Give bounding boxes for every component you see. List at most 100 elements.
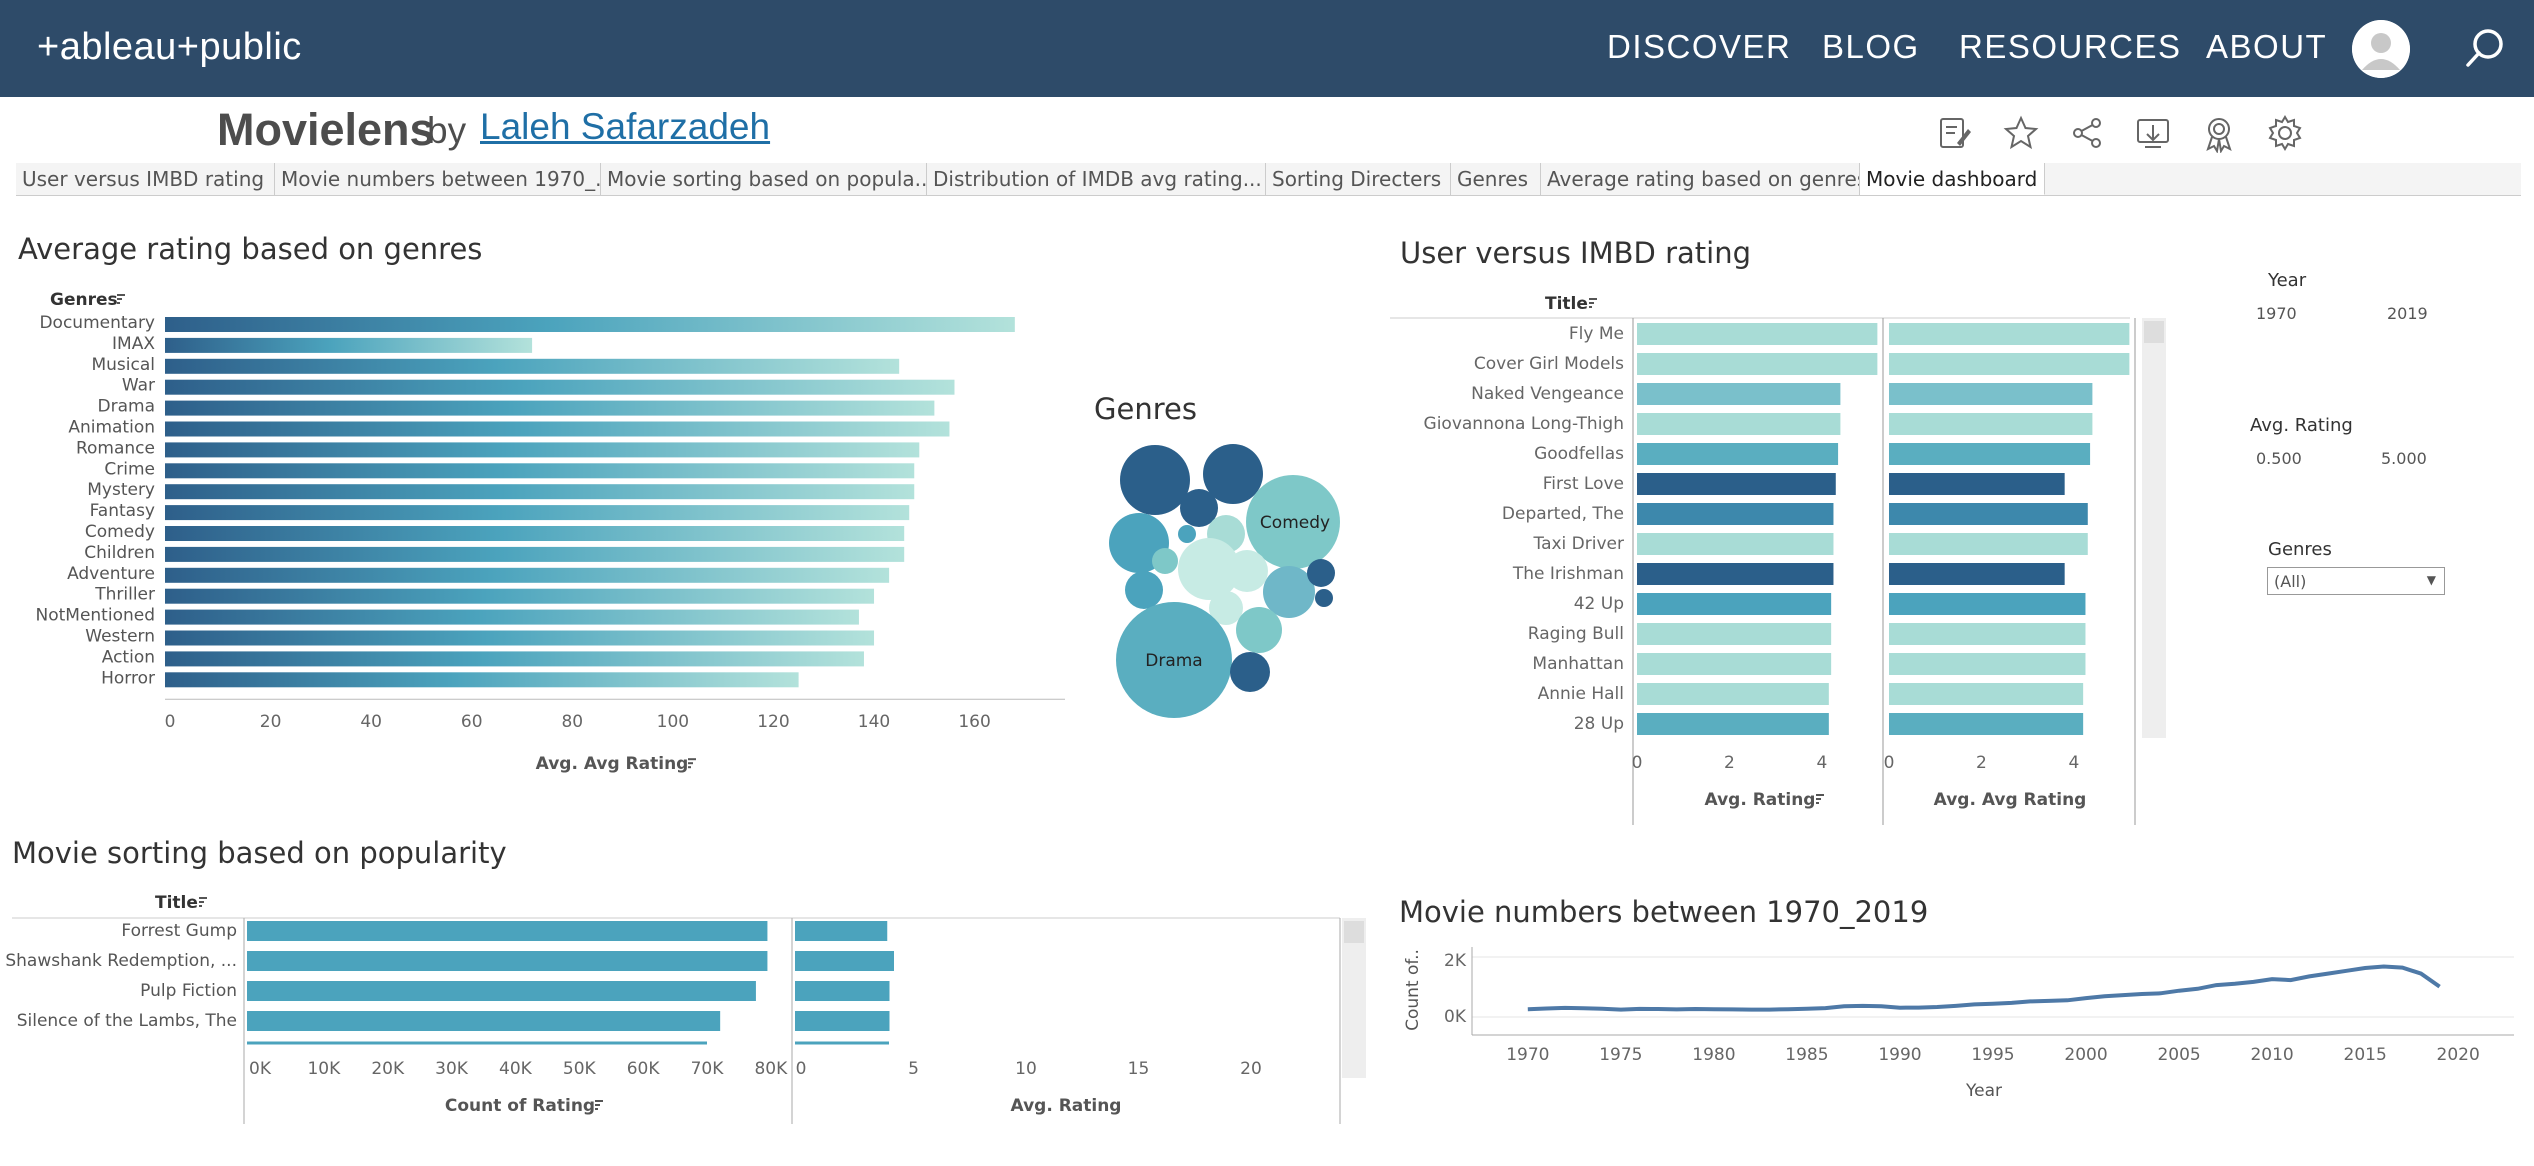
tick-label: 1985 [1785, 1045, 1828, 1065]
bar [1637, 443, 1839, 465]
caret-down-icon: ▼ [2426, 573, 2436, 587]
sort-icon [1589, 298, 1597, 308]
category-label: Musical [91, 355, 155, 375]
bar [165, 400, 935, 416]
bubble [1120, 445, 1190, 515]
bar [1637, 383, 1841, 405]
tab-user-versus-imbd-rating[interactable]: User versus IMBD rating [16, 163, 275, 195]
bar [795, 921, 888, 941]
bar [795, 981, 890, 1001]
bar [795, 1011, 890, 1031]
tick-label: 40 [360, 712, 382, 732]
bar [165, 317, 1015, 332]
bar [247, 981, 756, 1001]
category-label: Goodfellas [1534, 444, 1624, 464]
bubble [1236, 607, 1282, 653]
sort-icon [117, 294, 125, 304]
category-label: Crime [104, 459, 155, 479]
author-link[interactable]: Laleh Safarzadeh [480, 106, 770, 148]
tick-label: 0 [1884, 753, 1895, 773]
tick-label: 2015 [2344, 1045, 2387, 1065]
bar [165, 588, 875, 604]
by-label: by [427, 110, 467, 151]
tick-label: 60 [461, 712, 483, 732]
tick-label: 2000 [2064, 1045, 2107, 1065]
nav-about[interactable]: ABOUT [2206, 28, 2327, 66]
tab-movie-numbers[interactable]: Movie numbers between 1970_... [275, 163, 601, 195]
tab-genres[interactable]: Genres [1451, 163, 1541, 195]
category-label: Cover Girl Models [1474, 354, 1624, 374]
tableau-public-logo[interactable]: +ableau+public [37, 26, 302, 69]
tick-label: 50K [563, 1059, 597, 1079]
category-label: Naked Vengeance [1471, 384, 1624, 404]
tab-movie-sorting[interactable]: Movie sorting based on popula... [601, 163, 927, 195]
category-label: Fantasy [90, 501, 155, 521]
user-avatar[interactable] [2352, 20, 2410, 78]
category-label: Raging Bull [1528, 624, 1624, 644]
axis-title-x: Year [1965, 1081, 2002, 1101]
bubble [1226, 550, 1268, 592]
axis-title-genres: Genres [50, 290, 118, 310]
bar [165, 463, 915, 479]
bubble [1315, 589, 1333, 607]
category-label: Taxi Driver [1533, 534, 1625, 554]
tick-label: 1970 [1506, 1045, 1549, 1065]
rating-filter-min[interactable]: 0.500 [2256, 449, 2302, 468]
tick-label: 30K [435, 1059, 469, 1079]
category-label: The Irishman [1512, 564, 1624, 584]
category-label: Adventure [67, 564, 155, 584]
bar [165, 337, 533, 353]
bar [1889, 473, 2065, 495]
rating-filter-max[interactable]: 5.000 [2381, 449, 2427, 468]
year-filter-min[interactable]: 1970 [2256, 304, 2297, 323]
sheet-title-popularity: Movie sorting based on popularity [12, 836, 507, 870]
genres-filter-dropdown[interactable]: (All) ▼ [2267, 567, 2445, 595]
tab-movie-dashboard[interactable]: Movie dashboard [1860, 163, 2045, 195]
tick-label: 40K [499, 1059, 533, 1079]
series-line [1527, 964, 2441, 1012]
year-filter-max[interactable]: 2019 [2387, 304, 2428, 323]
bar [1889, 323, 2130, 345]
edit-icon [1940, 118, 1971, 148]
sheet-title-movie-numbers: Movie numbers between 1970_2019 [1399, 895, 1929, 929]
genres-filter-value: (All) [2274, 572, 2307, 591]
nav-resources[interactable]: RESOURCES [1959, 28, 2182, 66]
bar [1637, 713, 1829, 735]
category-label: Action [102, 647, 155, 667]
tab-sorting-directers[interactable]: Sorting Directers [1266, 163, 1451, 195]
bar [1637, 593, 1832, 615]
axis-title-y: Count of.. [1403, 949, 1423, 1031]
genres-average-rating-chart: Genres DocumentaryIMAXMusicalWarDramaAnim… [36, 290, 1065, 774]
bar [247, 1011, 721, 1031]
settings-button[interactable] [2265, 113, 2305, 153]
bar [1637, 323, 1878, 345]
edit-button[interactable] [1935, 113, 1975, 153]
viz-of-the-day-button[interactable] [2199, 113, 2239, 154]
bar [165, 609, 859, 625]
genres-filter-label: Genres [2268, 539, 2332, 560]
category-label: Romance [76, 438, 155, 458]
movie-numbers-line-chart: 2K 0K Count of.. 1970 1975 1980 1985 1990 1995 20… [1403, 947, 2514, 1101]
sheet-title-bubble: Genres [1094, 392, 1197, 426]
bar [1889, 593, 2086, 615]
nav-discover[interactable]: DISCOVER [1607, 28, 1791, 66]
tab-distribution-imdb[interactable]: Distribution of IMDB avg rating... [927, 163, 1266, 195]
category-label: IMAX [112, 334, 155, 354]
nav-blog[interactable]: BLOG [1822, 28, 1920, 66]
tick-label: 80 [561, 712, 583, 732]
tick-label: 1990 [1878, 1045, 1921, 1065]
bar [1637, 473, 1836, 495]
popularity-chart: Title Forrest Gump Shawshank Redemption, .… [5, 893, 1366, 1124]
bubble [1178, 525, 1196, 543]
tab-average-rating-genres[interactable]: Average rating based on genres [1541, 163, 1860, 195]
tick-label: 20 [1240, 1059, 1262, 1079]
category-label: Shawshank Redemption, ... [5, 951, 237, 971]
search-button[interactable] [2460, 24, 2510, 74]
gear-icon [2268, 115, 2302, 151]
download-button[interactable] [2133, 113, 2173, 153]
favorite-button[interactable] [2001, 113, 2041, 153]
bar [1889, 713, 2084, 735]
share-button[interactable] [2067, 113, 2107, 153]
bar [1637, 533, 1834, 555]
scrollbar-track [2142, 318, 2166, 738]
